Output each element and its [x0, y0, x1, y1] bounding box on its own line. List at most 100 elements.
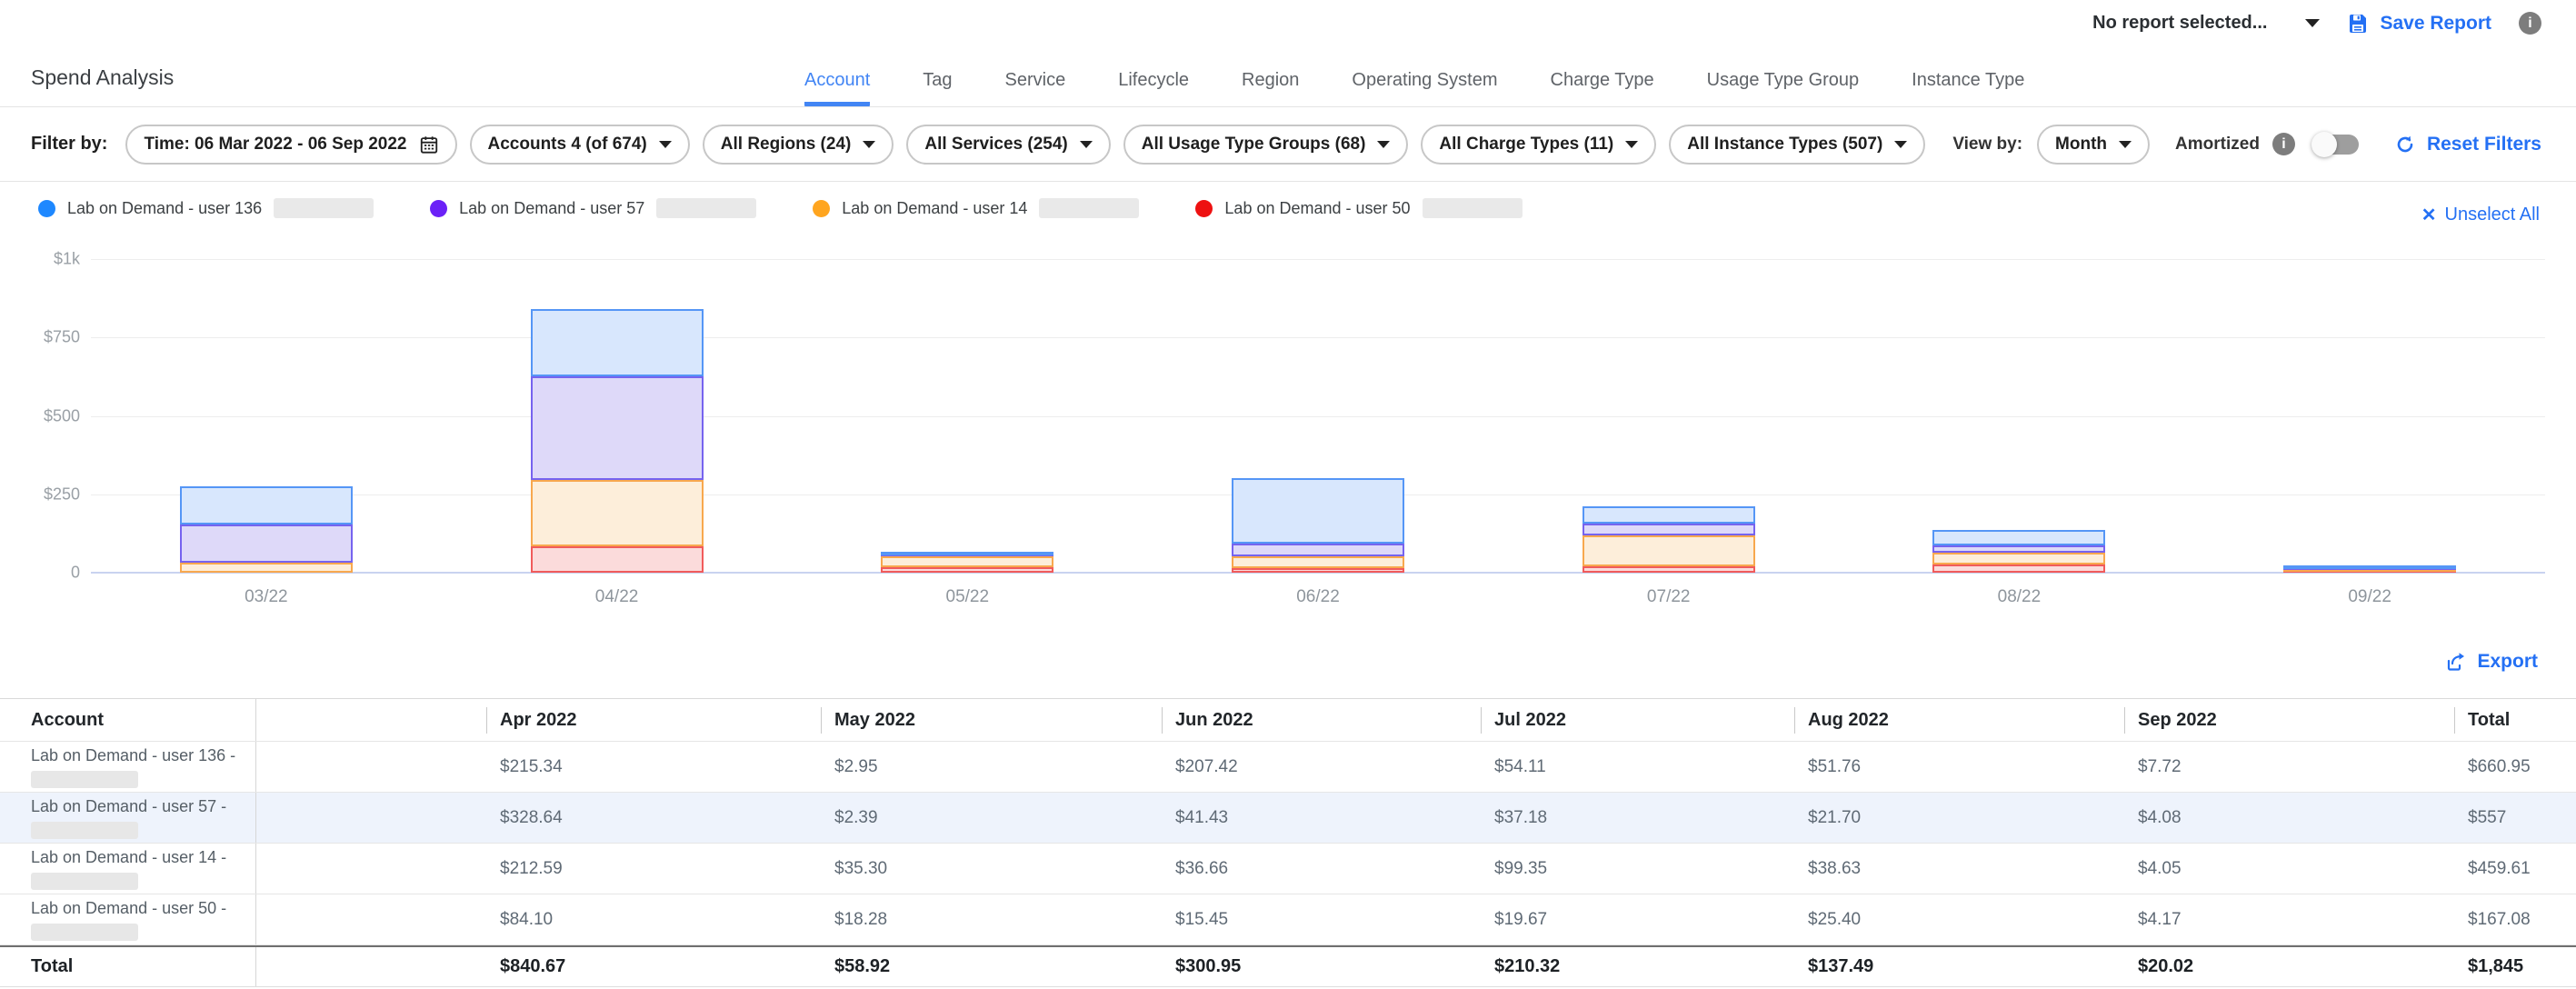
bar-segment-lab-on-demand-user-136[interactable] — [1232, 478, 1404, 544]
table-header-label: Jun 2022 — [1162, 707, 1253, 734]
value-cell: $19.67 — [1481, 910, 1794, 930]
legend-item-lab-on-demand-user-50[interactable]: Lab on Demand - user 50 — [1195, 198, 1522, 225]
amortized-toggle[interactable] — [2313, 135, 2359, 155]
unselect-all-label: Unselect All — [2445, 205, 2541, 225]
account-cell: Lab on Demand - user 136 - — [0, 742, 256, 792]
bar-segment-lab-on-demand-user-57[interactable] — [180, 524, 353, 563]
chart-legend: Lab on Demand - user 136 Lab on Demand - … — [38, 198, 1523, 225]
filter-pill-all-instance-types[interactable]: All Instance Types (507) — [1669, 125, 1925, 165]
value-cell: $167.08 — [2454, 910, 2576, 930]
gridline — [91, 416, 2545, 417]
table-row[interactable]: Lab on Demand - user 14 -$212.59$35.30$3… — [0, 844, 2576, 894]
table-row[interactable]: Lab on Demand - user 57 -$328.64$2.39$41… — [0, 793, 2576, 844]
bar-segment-lab-on-demand-user-50[interactable] — [1932, 564, 2105, 573]
amortized-info-icon[interactable]: i — [2272, 133, 2295, 155]
chart-y-axis: $1k$750$500$2500 — [0, 259, 80, 573]
total-value-cell: $840.67 — [486, 956, 821, 977]
bar-segment-lab-on-demand-user-50[interactable] — [531, 546, 704, 573]
table-header-jul-2022[interactable]: Jul 2022 — [1481, 707, 1794, 734]
legend-dot-icon — [38, 200, 55, 217]
export-button[interactable]: Export — [2445, 651, 2538, 673]
bar-segment-lab-on-demand-user-50[interactable] — [1232, 568, 1404, 573]
redacted-account-id — [31, 924, 138, 941]
tab-tag[interactable]: Tag — [923, 70, 952, 106]
x-axis-tick-label: 06/22 — [1296, 587, 1340, 607]
bar-segment-lab-on-demand-user-57[interactable] — [1583, 524, 1755, 535]
table-header-aug-2022[interactable]: Aug 2022 — [1794, 707, 2124, 734]
filter-pill-time[interactable]: Time: 06 Mar 2022 - 06 Sep 2022 — [125, 125, 456, 165]
bar-segment-lab-on-demand-user-14[interactable] — [1583, 535, 1755, 566]
tab-service[interactable]: Service — [1005, 70, 1066, 106]
tab-charge-type[interactable]: Charge Type — [1551, 70, 1654, 106]
save-report-button[interactable]: Save Report — [2347, 13, 2491, 35]
bar-segment-lab-on-demand-user-136[interactable] — [2283, 565, 2456, 569]
bar-segment-lab-on-demand-user-136[interactable] — [1583, 506, 1755, 524]
filter-by-label: Filter by: — [31, 134, 107, 155]
tab-instance-type[interactable]: Instance Type — [1912, 70, 2024, 106]
top-bar: No report selected... Save Report i — [0, 0, 2576, 53]
reset-filters-button[interactable]: Reset Filters — [2394, 134, 2541, 155]
bar-segment-lab-on-demand-user-14[interactable] — [531, 480, 704, 546]
legend-item-lab-on-demand-user-14[interactable]: Lab on Demand - user 14 — [813, 198, 1139, 218]
bar-segment-lab-on-demand-user-14[interactable] — [1232, 556, 1404, 568]
report-selector-dropdown[interactable]: No report selected... — [2092, 13, 2320, 34]
bar-segment-lab-on-demand-user-14[interactable] — [1932, 553, 2105, 564]
table-row[interactable]: Lab on Demand - user 136 -$215.34$2.95$2… — [0, 742, 2576, 793]
tab-account[interactable]: Account — [804, 70, 870, 106]
value-cell: $4.05 — [2124, 859, 2454, 879]
spend-table: AccountApr 2022May 2022Jun 2022Jul 2022A… — [0, 698, 2576, 987]
table-header-may-2022[interactable]: May 2022 — [821, 707, 1162, 734]
legend-item-row: Lab on Demand - user 57 — [430, 198, 756, 218]
filter-bar: Filter by: Time: 06 Mar 2022 - 06 Sep 20… — [0, 107, 2576, 182]
legend-item-lab-on-demand-user-136[interactable]: Lab on Demand - user 136 — [38, 198, 374, 225]
table-header-label: Apr 2022 — [486, 707, 577, 734]
view-by-dropdown[interactable]: Month — [2037, 125, 2150, 165]
chart-plot-area[interactable]: 03/2204/2205/2206/2207/2208/2209/22 — [91, 259, 2545, 573]
bar-segment-lab-on-demand-user-57[interactable] — [1932, 545, 2105, 552]
filter-pill-accounts-4[interactable]: Accounts 4 (of 674) — [470, 125, 690, 165]
bar-segment-lab-on-demand-user-57[interactable] — [1232, 544, 1404, 556]
value-cell: $37.18 — [1481, 808, 1794, 828]
bar-segment-lab-on-demand-user-136[interactable] — [531, 309, 704, 376]
value-cell: $215.34 — [486, 757, 821, 777]
table-body: Lab on Demand - user 136 -$215.34$2.95$2… — [0, 742, 2576, 945]
table-header-jun-2022[interactable]: Jun 2022 — [1162, 707, 1481, 734]
tab-operating-system[interactable]: Operating System — [1352, 70, 1497, 106]
account-cell: Lab on Demand - user 50 - — [0, 894, 256, 944]
tab-lifecycle[interactable]: Lifecycle — [1118, 70, 1189, 106]
y-axis-tick-label: 0 — [71, 564, 80, 583]
x-axis-tick-label: 08/22 — [1998, 587, 2042, 607]
value-cell: $99.35 — [1481, 859, 1794, 879]
bar-segment-lab-on-demand-user-50[interactable] — [881, 567, 1053, 573]
table-header-label: May 2022 — [821, 707, 915, 734]
legend-item-lab-on-demand-user-57[interactable]: Lab on Demand - user 57 — [430, 198, 756, 218]
value-cell: $15.45 — [1162, 910, 1481, 930]
tab-usage-type-group[interactable]: Usage Type Group — [1707, 70, 1860, 106]
filter-pill-all-services[interactable]: All Services (254) — [906, 125, 1110, 165]
table-header-total[interactable]: Total — [2454, 707, 2576, 734]
unselect-all-button[interactable]: ✕ Unselect All — [2421, 204, 2540, 226]
filter-pill-label: Time: 06 Mar 2022 - 06 Sep 2022 — [144, 135, 406, 155]
bar-segment-lab-on-demand-user-136[interactable] — [881, 552, 1053, 555]
table-header-apr-2022[interactable]: Apr 2022 — [486, 707, 821, 734]
filter-pill-label: All Services (254) — [924, 135, 1067, 155]
filter-pill-all-regions[interactable]: All Regions (24) — [703, 125, 894, 165]
legend-dot-icon — [1195, 200, 1213, 217]
bar-segment-lab-on-demand-user-136[interactable] — [1932, 530, 2105, 546]
value-cell: $18.28 — [821, 910, 1162, 930]
title-tabs-row: Spend Analysis AccountTagServiceLifecycl… — [0, 53, 2576, 107]
table-row[interactable]: Lab on Demand - user 50 -$84.10$18.28$15… — [0, 894, 2576, 945]
table-header-sep-2022[interactable]: Sep 2022 — [2124, 707, 2454, 734]
filter-pill-label: All Usage Type Groups (68) — [1142, 135, 1366, 155]
filter-pill-all-usage-type-groups[interactable]: All Usage Type Groups (68) — [1123, 125, 1409, 165]
info-icon[interactable]: i — [2519, 12, 2541, 35]
bar-segment-lab-on-demand-user-14[interactable] — [180, 563, 353, 573]
filter-pill-all-charge-types[interactable]: All Charge Types (11) — [1421, 125, 1656, 165]
legend-item-row: Lab on Demand - user 14 — [813, 198, 1139, 218]
y-axis-tick-label: $1k — [54, 250, 80, 269]
bar-segment-lab-on-demand-user-136[interactable] — [180, 486, 353, 524]
tab-region[interactable]: Region — [1242, 70, 1299, 106]
bar-segment-lab-on-demand-user-50[interactable] — [1583, 566, 1755, 573]
bar-segment-lab-on-demand-user-14[interactable] — [881, 556, 1053, 567]
bar-segment-lab-on-demand-user-57[interactable] — [531, 376, 704, 479]
